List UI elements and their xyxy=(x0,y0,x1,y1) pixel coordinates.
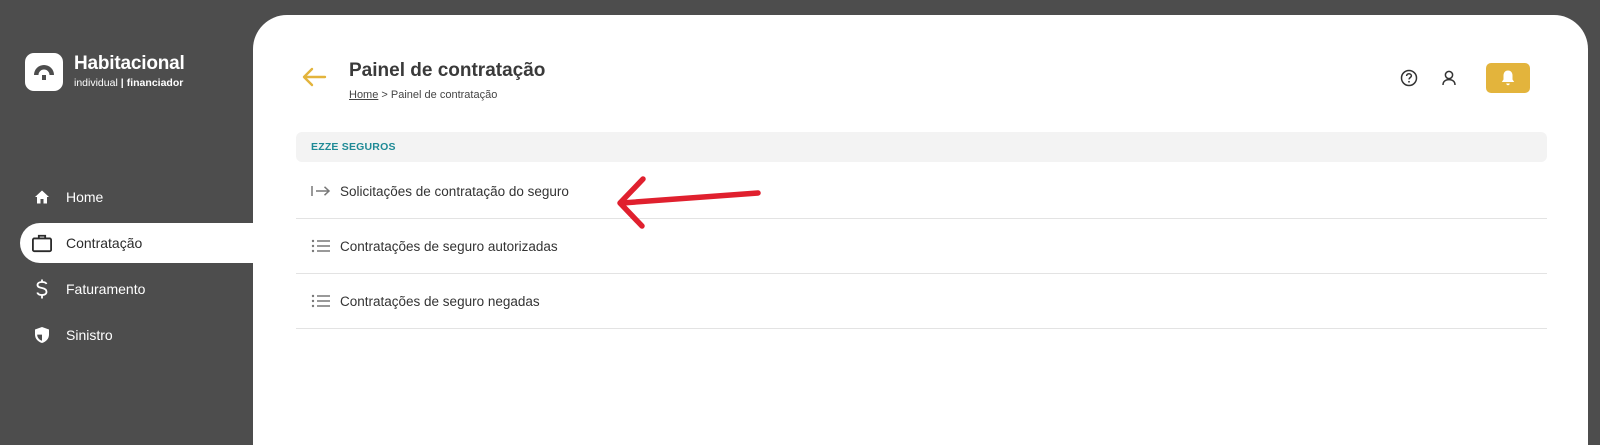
back-button[interactable] xyxy=(301,66,327,93)
list-item-label: Contratações de seguro autorizadas xyxy=(340,238,558,254)
brand-sub-separator: | xyxy=(120,77,124,89)
breadcrumb-current: Painel de contratação xyxy=(390,89,498,101)
logo-icon xyxy=(25,53,63,91)
list-icon xyxy=(311,294,331,308)
home-icon xyxy=(32,187,52,207)
brand-logo[interactable]: Habitacional individual | financiador xyxy=(25,53,185,91)
arrow-right-to-line-icon xyxy=(311,184,331,198)
breadcrumb-home-link[interactable]: Home xyxy=(349,89,378,101)
list-item-negadas[interactable]: Contratações de seguro negadas xyxy=(296,274,1547,329)
list-item-label: Solicitações de contratação do seguro xyxy=(340,183,569,199)
sidebar: Habitacional individual | financiador Home… xyxy=(0,0,253,430)
list-item-label: Contratações de seguro negadas xyxy=(340,293,540,309)
list-item-autorizadas[interactable]: Contratações de seguro autorizadas xyxy=(296,219,1547,274)
breadcrumb-separator: > xyxy=(381,89,388,101)
sidebar-nav: Home Contratação Faturamento Sinistro xyxy=(20,177,253,361)
breadcrumb: Home > Painel de contratação xyxy=(349,89,497,101)
sidebar-item-sinistro[interactable]: Sinistro xyxy=(20,315,253,355)
dollar-icon xyxy=(32,279,52,299)
sidebar-item-contratacao[interactable]: Contratação xyxy=(20,223,253,263)
user-button[interactable] xyxy=(1438,67,1460,89)
sidebar-item-label: Faturamento xyxy=(66,281,146,297)
bell-icon xyxy=(1501,70,1515,86)
help-button[interactable] xyxy=(1398,67,1420,89)
menu-list: Solicitações de contratação do seguro Co… xyxy=(296,164,1547,329)
notifications-button[interactable] xyxy=(1486,63,1530,93)
sidebar-item-faturamento[interactable]: Faturamento xyxy=(20,269,253,309)
page-title: Painel de contratação xyxy=(349,60,546,81)
sidebar-item-home[interactable]: Home xyxy=(20,177,253,217)
section-title: EZZE SEGUROS xyxy=(296,132,1547,162)
list-icon xyxy=(311,239,331,253)
brand-sub-right: financiador xyxy=(126,77,184,89)
brand-title: Habitacional xyxy=(74,53,185,74)
main-content: Painel de contratação Home > Painel de c… xyxy=(253,15,1588,445)
list-item-solicitacoes[interactable]: Solicitações de contratação do seguro xyxy=(296,164,1547,219)
sidebar-item-label: Contratação xyxy=(66,235,143,251)
header-actions xyxy=(1380,63,1530,93)
shield-icon xyxy=(32,325,52,345)
help-icon xyxy=(1400,69,1418,87)
brand-subtitle: individual | financiador xyxy=(74,76,185,90)
briefcase-icon xyxy=(32,233,52,253)
sidebar-item-label: Sinistro xyxy=(66,327,113,343)
user-icon xyxy=(1442,70,1456,86)
arrow-left-icon xyxy=(302,67,327,87)
sidebar-item-label: Home xyxy=(66,189,104,205)
brand-sub-left: individual xyxy=(74,77,118,89)
